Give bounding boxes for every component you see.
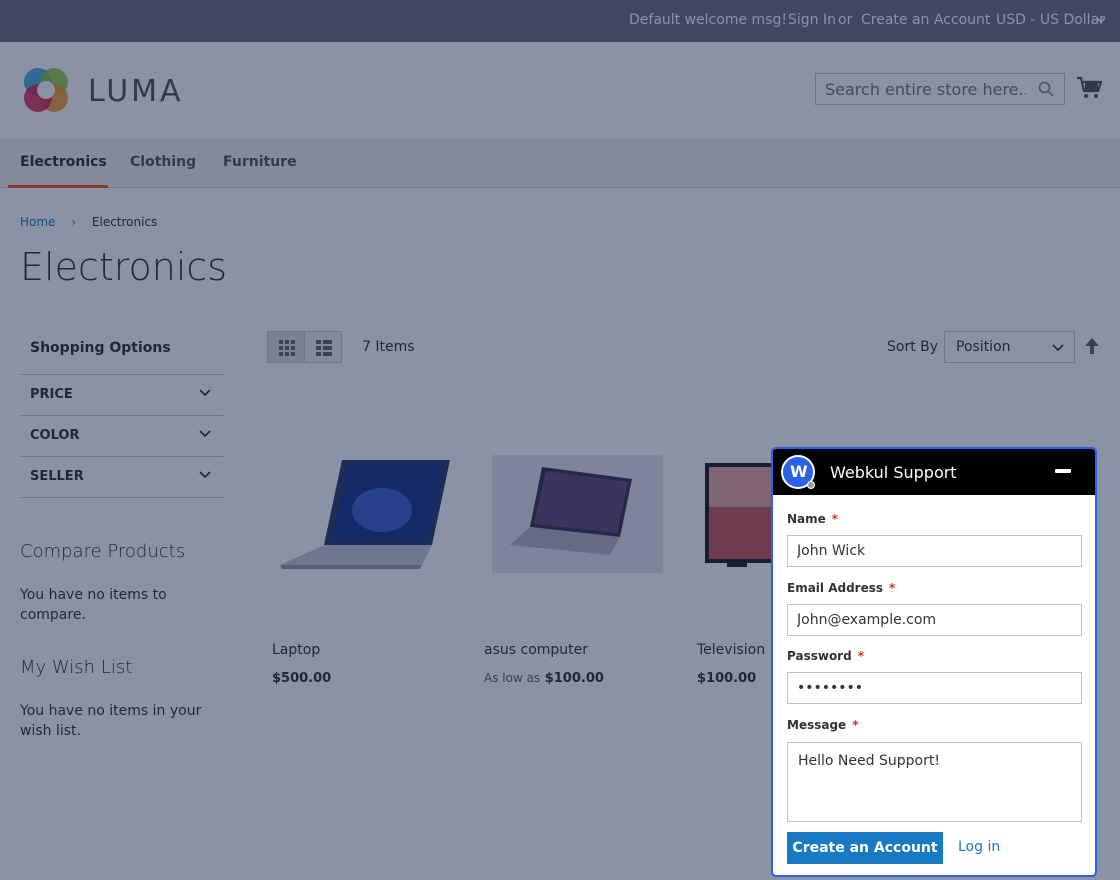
email-label: Email Address * — [787, 581, 895, 595]
name-label: Name * — [787, 512, 838, 526]
required-mark: * — [889, 581, 896, 595]
password-label: Password * — [787, 649, 864, 663]
message-field[interactable]: Hello Need Support! — [787, 742, 1082, 822]
required-mark: * — [831, 512, 839, 526]
password-field[interactable] — [787, 672, 1082, 704]
chat-header: W Webkul Support — [773, 449, 1095, 495]
name-field[interactable] — [787, 535, 1082, 567]
password-label-text: Password — [787, 649, 852, 663]
email-label-text: Email Address — [787, 581, 884, 595]
webkul-avatar: W — [781, 455, 815, 489]
required-mark: * — [852, 718, 859, 732]
name-label-text: Name — [787, 512, 826, 526]
status-dot-icon — [807, 481, 815, 489]
message-label-text: Message — [787, 718, 847, 732]
chat-title: Webkul Support — [830, 463, 957, 482]
log-in-link[interactable]: Log in — [958, 839, 1000, 855]
support-chat-widget: W Webkul Support Name * Email Address * Pa… — [771, 447, 1097, 877]
required-mark: * — [857, 649, 864, 663]
create-account-button[interactable]: Create an Account — [787, 832, 943, 864]
message-label: Message * — [787, 718, 858, 732]
minimize-icon[interactable] — [1055, 469, 1071, 473]
avatar-letter: W — [790, 462, 808, 481]
email-field[interactable] — [787, 604, 1082, 636]
